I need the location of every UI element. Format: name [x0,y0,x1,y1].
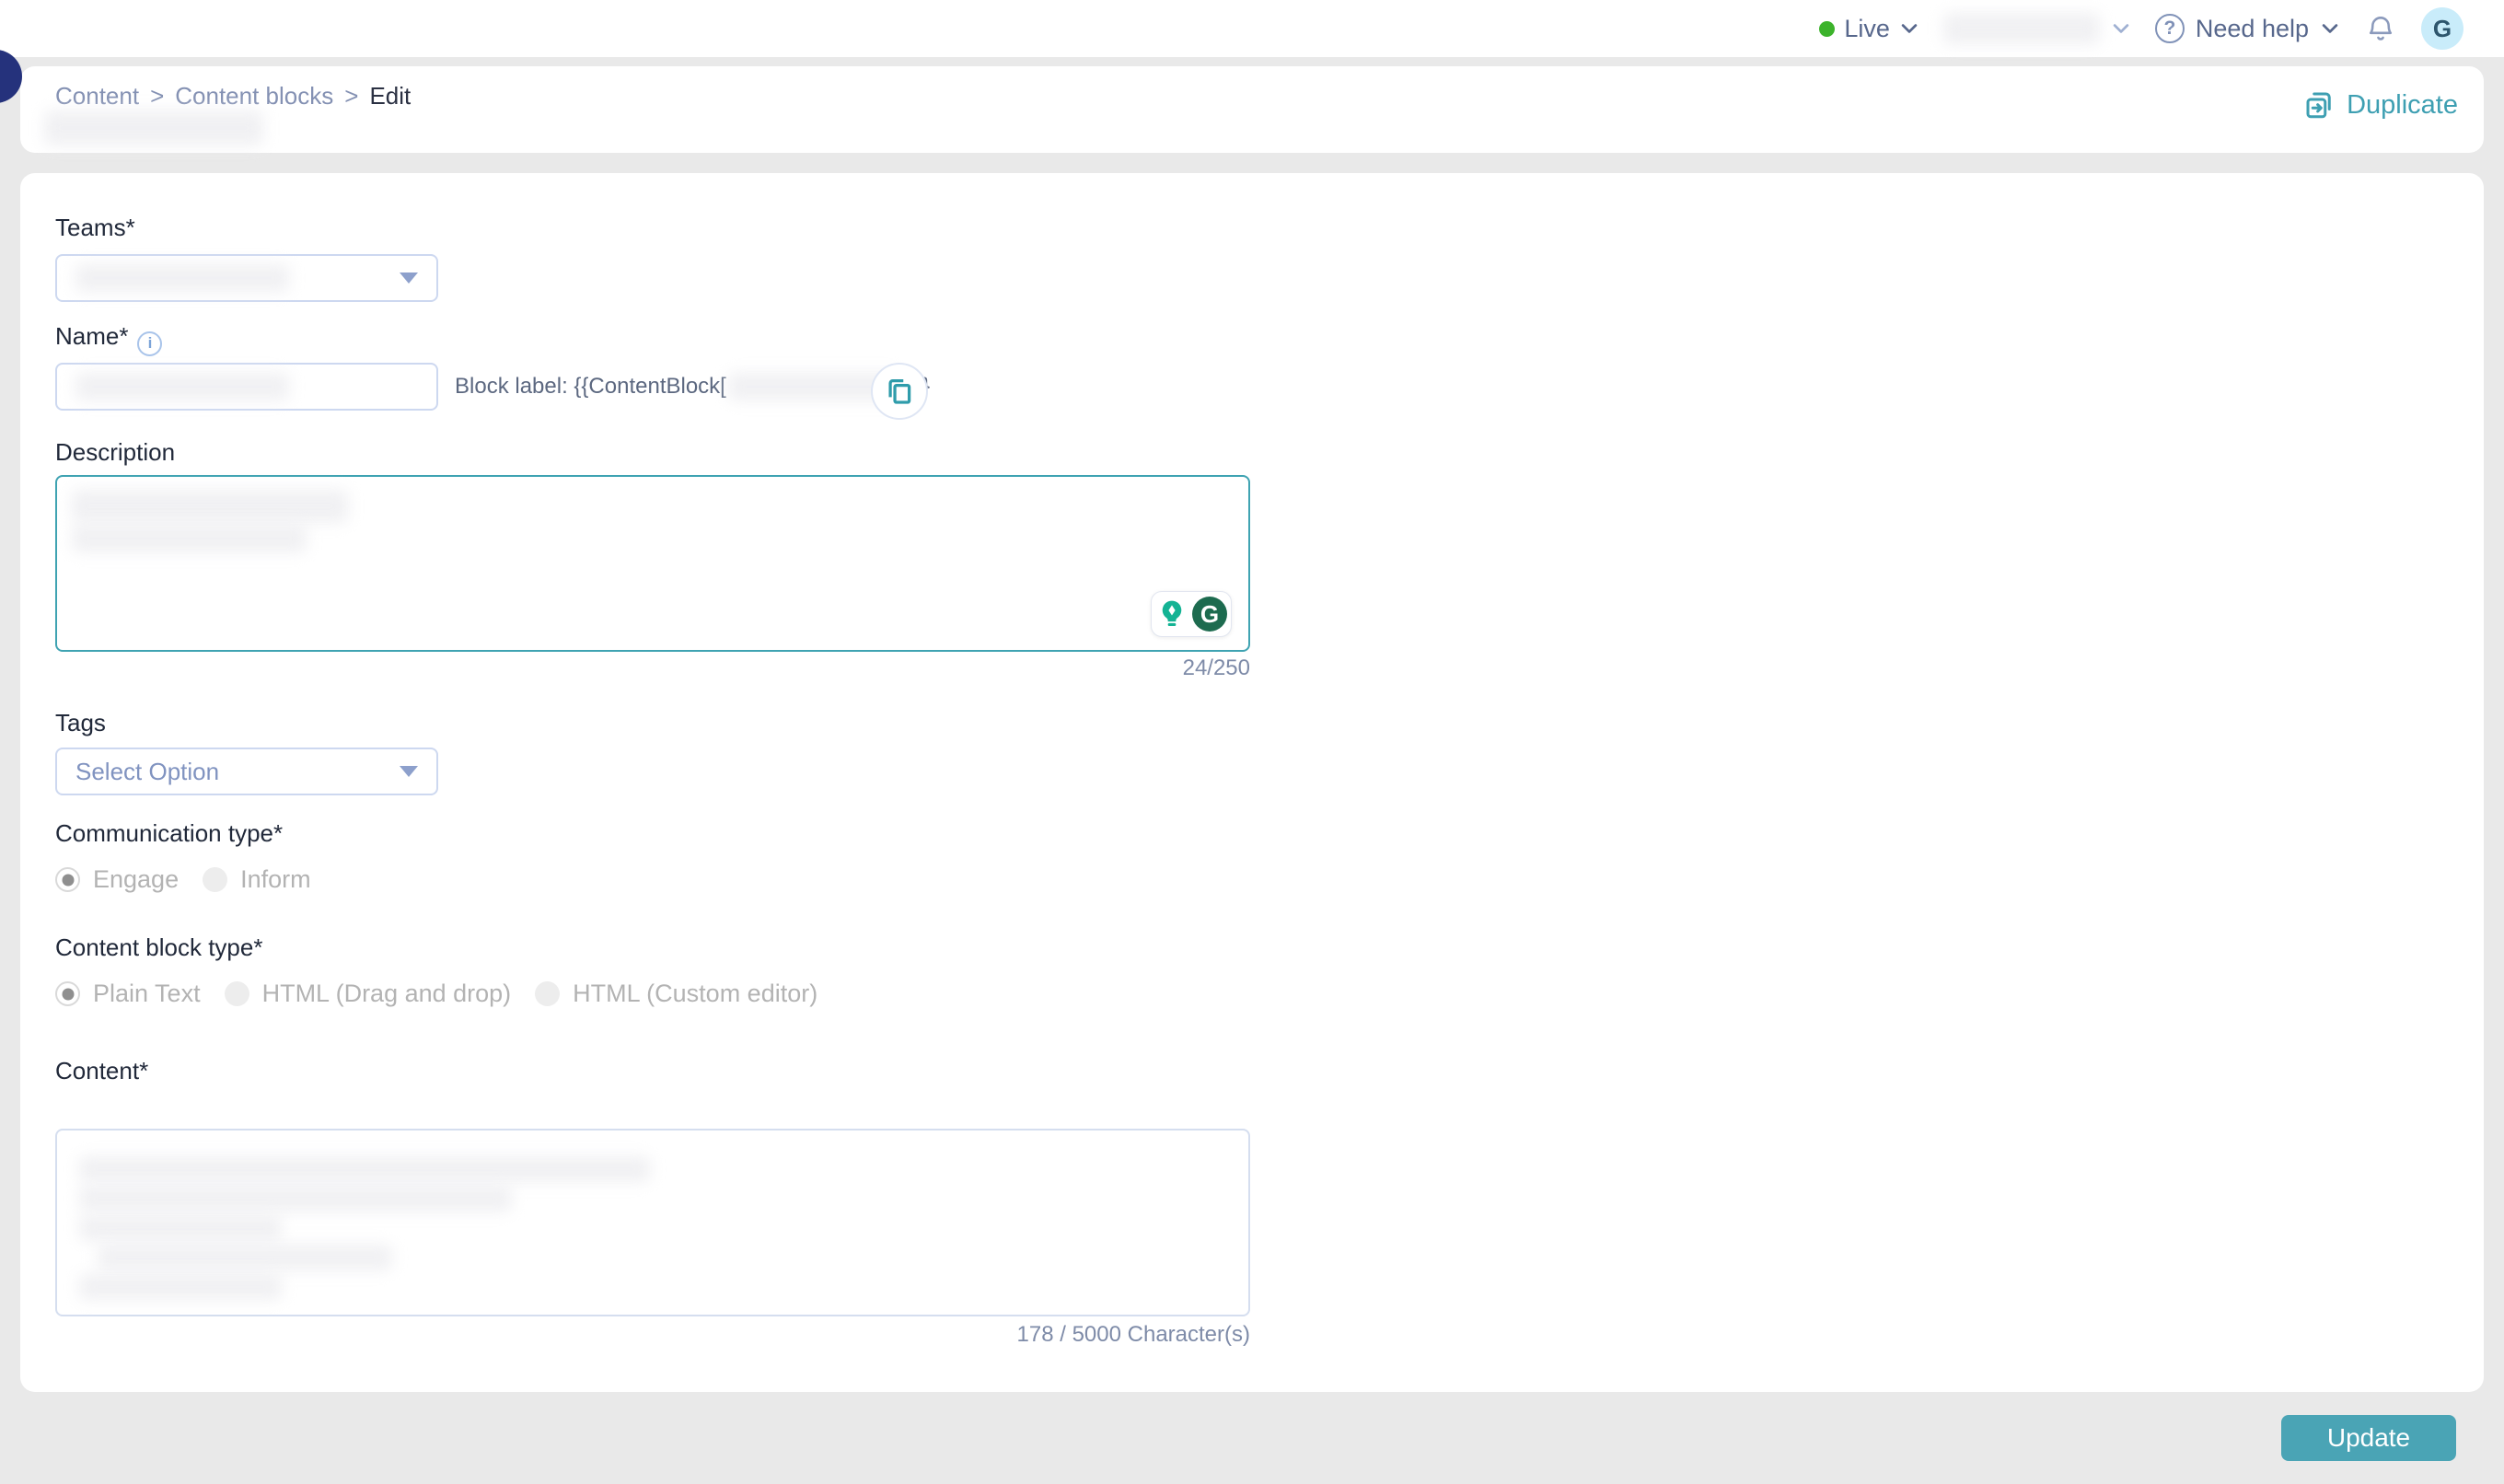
content-block-type-label: Content block type* [55,933,263,961]
notifications-bell-icon[interactable] [2364,12,2397,45]
name-label: Name* i [55,322,163,356]
user-avatar[interactable]: G [2421,7,2463,50]
radio-plain-text-label: Plain Text [93,980,201,1007]
caret-down-icon [400,272,418,284]
radio-inform-label: Inform [240,865,311,893]
organization-value-redacted [1942,13,2100,44]
radio-engage[interactable]: Engage [55,865,179,894]
communication-type-radio-group: Engage Inform [55,865,311,894]
communication-type-label: Communication type* [55,819,284,847]
environment-dropdown[interactable]: Live [1819,15,1919,43]
need-help-label: Need help [2195,14,2309,42]
content-textarea[interactable] [55,1129,1250,1316]
description-text-redacted [72,525,307,552]
page-header-card: Content > Content blocks > Edit Duplicat… [20,66,2484,153]
live-status-dot [1819,20,1836,37]
radio-html-drag-drop-label: HTML (Drag and drop) [261,980,512,1007]
content-block-type-radio-group: Plain Text HTML (Drag and drop) HTML (Cu… [55,980,817,1008]
radio-html-drag-drop[interactable]: HTML (Drag and drop) [224,980,512,1008]
radio-html-custom-editor[interactable]: HTML (Custom editor) [535,980,817,1008]
teams-label: Teams* [55,214,135,241]
top-bar-right: Live ? Need help G [1819,0,2463,57]
breadcrumb-content-blocks[interactable]: Content blocks [175,82,333,110]
content-text-redacted [98,1245,392,1270]
chevron-down-icon [1899,18,1919,39]
description-text-redacted [72,490,348,523]
content-block-form-card: Teams* Name* i Block label: {{ContentBloc… [20,173,2484,1392]
radio-engage-label: Engage [93,865,180,893]
organization-dropdown[interactable] [1942,13,2131,44]
radio-plain-text[interactable]: Plain Text [55,980,201,1008]
tags-placeholder: Select Option [75,757,220,785]
description-char-count: 24/250 [1182,655,1250,680]
grammarly-widget[interactable]: G [1151,591,1232,637]
teams-select[interactable] [55,254,438,302]
radio-circle-icon [535,981,561,1006]
content-text-redacted [79,1156,650,1182]
duplicate-label: Duplicate [2347,89,2458,120]
chevron-down-icon [2111,18,2131,39]
name-value-redacted [75,373,289,400]
content-label: Content* [55,1057,149,1084]
breadcrumb-separator: > [150,82,165,110]
grammarly-logo-icon[interactable]: G [1192,597,1227,632]
update-button[interactable]: Update [2281,1415,2456,1461]
radio-circle-icon [224,981,249,1006]
content-char-count: 178 / 5000 Character(s) [1016,1322,1250,1347]
top-bar: Live ? Need help G [0,0,2504,57]
tags-label: Tags [55,709,106,736]
name-input[interactable] [55,363,438,411]
description-label: Description [55,438,176,466]
app-root: Live ? Need help G Content > Content blo… [0,0,2504,1484]
duplicate-button[interactable]: Duplicate [2302,88,2458,122]
block-label-row: Block label: {{ContentBlock[ ']}} [455,363,930,411]
radio-circle-icon [55,981,80,1006]
info-icon[interactable]: i [137,330,163,356]
chevron-down-icon [2320,18,2340,39]
tags-select[interactable]: Select Option [55,748,438,795]
name-label-text: Name* [55,322,129,350]
sidebar-toggle-fab[interactable] [0,50,22,103]
copy-block-label-button[interactable] [871,363,928,420]
content-text-redacted [79,1215,282,1241]
content-text-redacted [79,1274,282,1300]
radio-inform[interactable]: Inform [203,865,311,894]
block-label-prefix: Block label: {{ContentBlock[ [455,374,726,399]
radio-html-custom-editor-label: HTML (Custom editor) [573,980,818,1007]
content-text-redacted [79,1186,512,1212]
breadcrumb-edit: Edit [369,82,412,110]
page-title-redacted [44,110,263,145]
need-help-menu[interactable]: ? Need help [2154,14,2340,43]
live-status-label: Live [1844,14,1890,42]
radio-circle-icon [203,867,228,892]
description-textarea[interactable]: G [55,475,1250,652]
breadcrumb-content[interactable]: Content [55,82,139,110]
radio-circle-icon [55,867,80,892]
grammarly-suggestion-icon[interactable] [1155,597,1188,631]
breadcrumb: Content > Content blocks > Edit [55,82,411,110]
copy-icon [888,379,911,404]
duplicate-icon [2306,92,2331,119]
question-circle-icon: ? [2154,14,2185,43]
caret-down-icon [400,766,418,777]
teams-value-redacted [75,264,289,292]
breadcrumb-separator: > [344,82,359,110]
